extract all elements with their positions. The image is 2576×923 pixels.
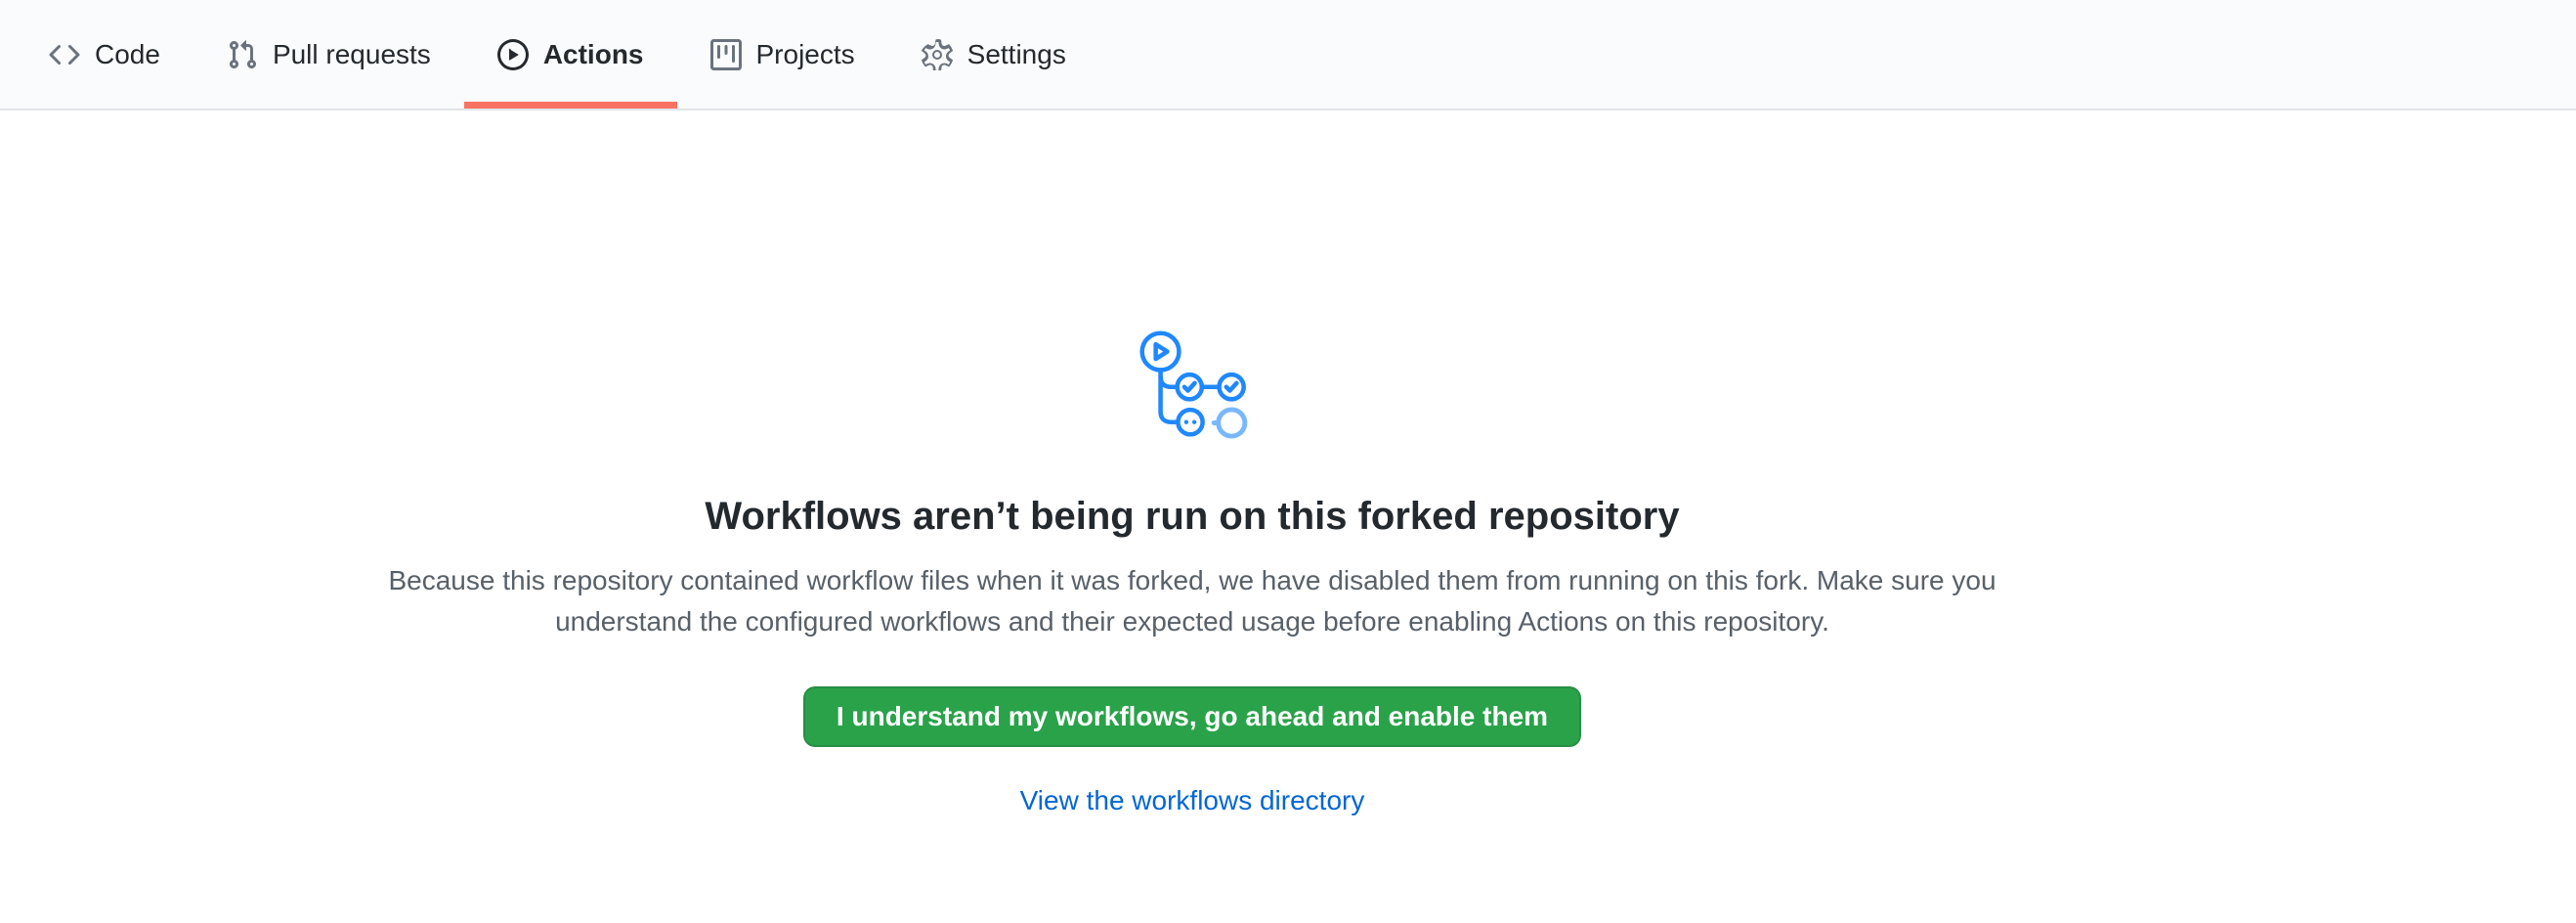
play-circle-icon: [497, 39, 529, 70]
gear-icon: [922, 39, 953, 70]
tab-actions[interactable]: Actions: [464, 0, 677, 109]
workflows-link-row: View the workflows directory: [0, 784, 2384, 817]
tab-label: Pull requests: [273, 41, 431, 68]
workflow-graph-icon: [1137, 328, 1248, 439]
enable-button-row: I understand my workflows, go ahead and …: [0, 642, 2384, 747]
view-workflows-directory-link[interactable]: View the workflows directory: [1020, 785, 1365, 815]
blankslate-title: Workflows aren’t being run on this forke…: [0, 492, 2384, 541]
tab-settings[interactable]: Settings: [888, 0, 1099, 109]
code-icon: [49, 39, 80, 70]
tab-label: Code: [95, 41, 160, 68]
tab-label: Projects: [756, 41, 855, 68]
tab-code[interactable]: Code: [16, 0, 193, 109]
blankslate-description: Because this repository contained workfl…: [381, 560, 2003, 642]
git-pull-request-icon: [227, 39, 258, 70]
tab-projects[interactable]: Projects: [677, 0, 888, 109]
repo-tab-nav: Code Pull requests Actions Projects Sett…: [0, 0, 2576, 110]
enable-workflows-button[interactable]: I understand my workflows, go ahead and …: [803, 686, 1581, 747]
tab-label: Actions: [543, 41, 644, 68]
tab-label: Settings: [967, 41, 1066, 68]
tab-pull-requests[interactable]: Pull requests: [193, 0, 464, 109]
actions-blankslate: Workflows aren’t being run on this forke…: [0, 110, 2384, 817]
project-board-icon: [710, 39, 742, 70]
